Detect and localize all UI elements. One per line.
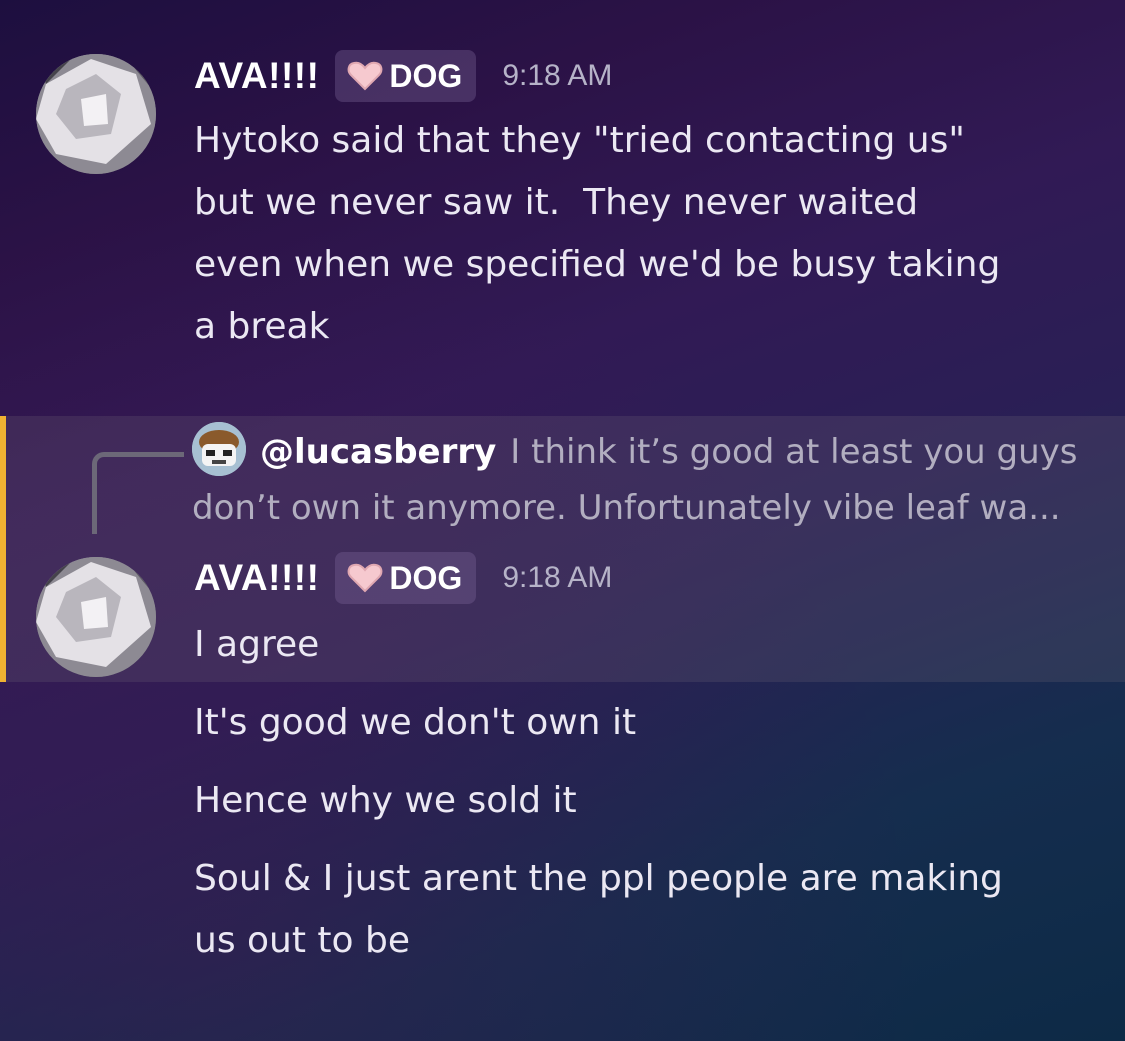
timestamp: 9:18 AM (502, 59, 613, 92)
heart-icon (348, 61, 383, 91)
tag-label: DOG (389, 57, 463, 94)
server-tag[interactable]: DOG (335, 552, 477, 604)
highlight-bar (0, 416, 6, 682)
followup-message[interactable]: It's good we don't own it (194, 692, 1104, 754)
followup-message[interactable]: Soul & I just arent the ppl people are m… (194, 848, 1104, 972)
message-header: AVA!!!! DOG 9:18 AM (194, 552, 612, 604)
avatar[interactable] (36, 557, 156, 677)
reply-preview[interactable]: @lucasberry I think it’s good at least yo… (192, 424, 1102, 536)
reply-connector (92, 452, 184, 534)
followup-message[interactable]: Hence why we sold it (194, 770, 1104, 832)
message-text: I agree (194, 624, 320, 665)
tag-label: DOG (389, 559, 463, 596)
message-text: Hytoko said that they "tried contacting … (194, 120, 1001, 347)
avatar-image (36, 557, 156, 677)
avatar-image (36, 54, 156, 174)
avatar[interactable] (36, 54, 156, 174)
timestamp: 9:18 AM (502, 561, 613, 594)
server-tag[interactable]: DOG (335, 50, 477, 102)
username[interactable]: AVA!!!! (194, 557, 319, 599)
heart-icon (348, 563, 383, 593)
username[interactable]: AVA!!!! (194, 55, 319, 97)
reply-mention[interactable]: @lucasberry (260, 432, 496, 472)
message-header: AVA!!!! DOG 9:18 AM (194, 50, 612, 102)
